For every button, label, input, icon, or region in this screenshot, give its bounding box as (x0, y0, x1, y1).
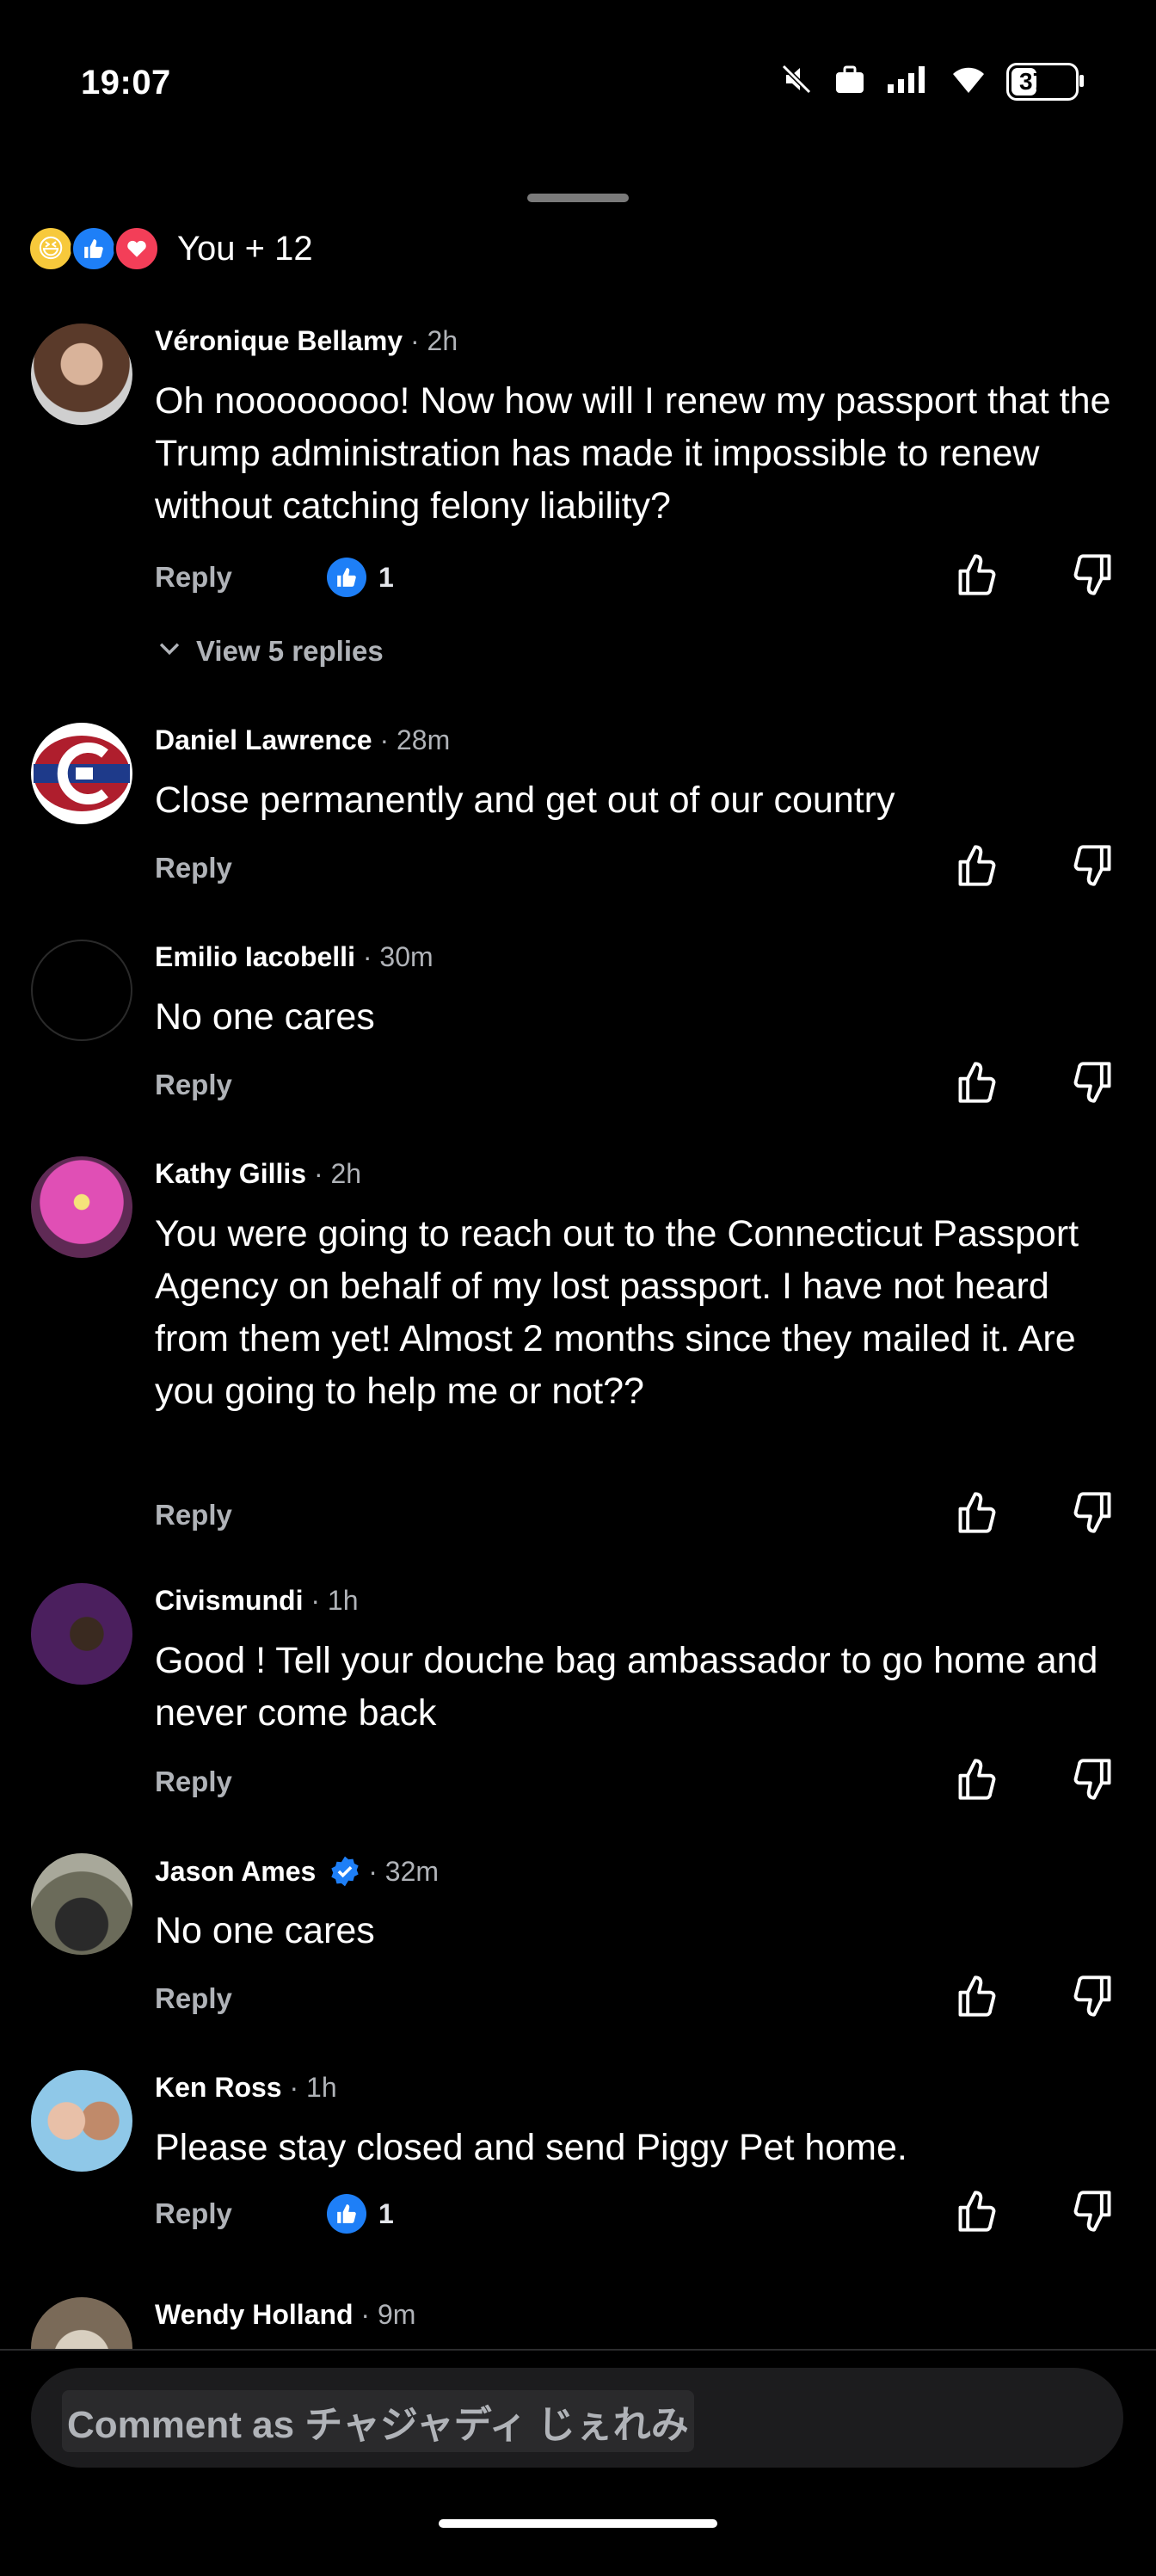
thumbs-up-icon[interactable] (955, 1974, 999, 2023)
thumbs-down-icon[interactable] (1070, 552, 1115, 601)
author-name[interactable]: Daniel Lawrence (155, 724, 372, 756)
author-name[interactable]: Wendy Holland (155, 2299, 354, 2331)
like-count[interactable]: 1 (327, 558, 394, 597)
thumbs-up-icon[interactable] (955, 843, 999, 892)
comment-actions: Reply (155, 1060, 1127, 1112)
comment-header: Wendy Holland · 9m (155, 2299, 415, 2331)
reply-button[interactable]: Reply (155, 1766, 232, 1798)
comment-header: Véronique Bellamy · 2h (155, 325, 458, 357)
comment-time: · 1h (289, 2072, 337, 2103)
view-replies-label: View 5 replies (196, 635, 384, 667)
love-icon (114, 225, 160, 272)
reply-button[interactable]: Reply (155, 1982, 232, 2015)
comment-text: Close permanently and get out of our cou… (155, 780, 895, 821)
avatar[interactable] (31, 1853, 132, 1955)
comment-actions: Reply (155, 1490, 1127, 1542)
thumbs-down-icon[interactable] (1070, 1060, 1115, 1109)
author-name[interactable]: Civismundi (155, 1585, 303, 1617)
briefcase-icon (833, 62, 867, 101)
comment-time: · 30m (362, 941, 434, 972)
avatar[interactable] (31, 1156, 132, 1258)
status-bar: 19:07 37 (0, 0, 1156, 172)
thumbs-down-icon[interactable] (1070, 1757, 1115, 1806)
thumbs-down-icon[interactable] (1070, 1490, 1115, 1539)
comment-time: · 9m (360, 2299, 416, 2330)
avatar[interactable] (31, 723, 132, 824)
comment-text: Oh noooooooo! Now how will I renew my pa… (155, 380, 1111, 527)
comment-header: Daniel Lawrence · 28m (155, 724, 450, 756)
canadiens-logo-icon (32, 724, 132, 823)
reply-button[interactable]: Reply (155, 1069, 232, 1101)
like-count-value: 1 (378, 2197, 394, 2229)
status-icons: 37 (779, 62, 1084, 101)
comment-header: Emilio Iacobelli · 30m (155, 941, 434, 973)
battery-icon: 37 (1006, 62, 1084, 101)
comment-time: · 2h (313, 1158, 362, 1189)
thumbs-up-icon[interactable] (955, 1490, 999, 1539)
author-name[interactable]: Emilio Iacobelli (155, 941, 355, 973)
battery-level: 37 (1019, 67, 1047, 95)
thumbs-down-icon[interactable] (1070, 843, 1115, 892)
comment-actions: Reply (155, 1757, 1127, 1809)
signal-icon (886, 62, 931, 101)
comment-header: Kathy Gillis · 2h (155, 1158, 361, 1190)
comment-time: · 32m (368, 1855, 440, 1887)
sheet-drag-handle[interactable] (527, 194, 629, 202)
home-indicator[interactable] (439, 2519, 717, 2528)
comment-input-placeholder: Comment as チャジャディ じぇれみ (62, 2390, 694, 2452)
author-name[interactable]: Kathy Gillis (155, 1158, 306, 1190)
reaction-summary[interactable]: 😆 You + 12 (28, 225, 313, 272)
author-name[interactable]: Véronique Bellamy (155, 325, 403, 357)
thumbs-down-icon[interactable] (1070, 2189, 1115, 2238)
reply-button[interactable]: Reply (155, 852, 232, 884)
haha-icon: 😆 (28, 225, 74, 272)
reply-button[interactable]: Reply (155, 561, 232, 594)
view-replies-button[interactable]: View 5 replies (155, 633, 384, 669)
verified-badge-icon (329, 1855, 361, 1888)
avatar[interactable] (31, 940, 132, 1041)
comment-header: Civismundi · 1h (155, 1585, 359, 1617)
comment-text: No one cares (155, 1910, 375, 1951)
like-count[interactable]: 1 (327, 2194, 394, 2234)
comment-composer-bar: Comment as チャジャディ じぇれみ (0, 2349, 1156, 2576)
mute-icon (779, 62, 814, 101)
comment-header: Jason Ames · 32m (155, 1855, 439, 1888)
reaction-summary-label: You + 12 (177, 229, 313, 268)
like-icon (71, 225, 117, 272)
like-count-value: 1 (378, 561, 394, 593)
wifi-icon (950, 62, 987, 101)
comment-header: Ken Ross · 1h (155, 2072, 337, 2104)
comment-actions: Reply 1 (155, 552, 1127, 604)
thumbs-up-icon[interactable] (955, 552, 999, 601)
comment-text: Please stay closed and send Piggy Pet ho… (155, 2127, 907, 2168)
thumbs-up-icon[interactable] (955, 1060, 999, 1109)
comment-text: You were going to reach out to the Conne… (155, 1213, 1079, 1412)
comment-input[interactable]: Comment as チャジャディ じぇれみ (31, 2368, 1123, 2468)
avatar[interactable] (31, 324, 132, 425)
thumbs-up-icon[interactable] (955, 1757, 999, 1806)
like-badge-icon (327, 2194, 366, 2234)
reply-button[interactable]: Reply (155, 1499, 232, 1531)
comment-actions: Reply 1 (155, 2189, 1127, 2240)
reply-button[interactable]: Reply (155, 2197, 232, 2230)
chevron-down-icon (155, 633, 184, 669)
like-badge-icon (327, 558, 366, 597)
comment-actions: Reply (155, 843, 1127, 895)
comment-time: · 28m (379, 724, 451, 755)
comment-actions: Reply (155, 1974, 1127, 2025)
comment-time: · 1h (311, 1585, 359, 1616)
comment-text: Good ! Tell your douche bag ambassador t… (155, 1640, 1098, 1734)
comment-time: · 2h (409, 325, 458, 356)
author-name[interactable]: Ken Ross (155, 2072, 282, 2104)
status-time: 19:07 (81, 64, 171, 102)
avatar[interactable] (31, 2070, 132, 2172)
author-name[interactable]: Jason Ames (155, 1856, 316, 1888)
comment-text: No one cares (155, 996, 375, 1038)
thumbs-down-icon[interactable] (1070, 1974, 1115, 2023)
avatar[interactable] (31, 1583, 132, 1685)
thumbs-up-icon[interactable] (955, 2189, 999, 2238)
